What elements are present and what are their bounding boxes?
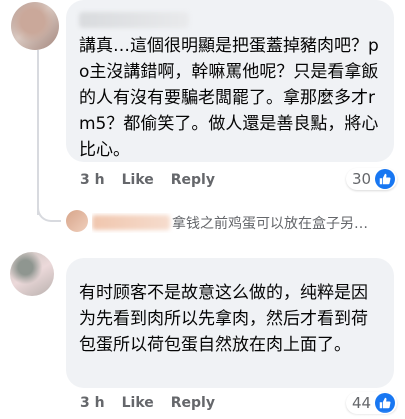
bottom-fade	[0, 411, 405, 419]
reaction-count: 30	[352, 170, 372, 188]
avatar[interactable]	[11, 2, 59, 50]
reply-preview[interactable]: 拿钱之前鸡蛋可以放在盒子另…	[92, 213, 397, 233]
comment-actions: 3 h Like Reply	[80, 172, 232, 188]
thread-line	[37, 50, 39, 215]
like-button[interactable]: Like	[122, 395, 154, 411]
author-name-blurred[interactable]	[79, 12, 189, 28]
like-thumb-icon	[375, 169, 396, 189]
reaction-summary[interactable]: 30	[346, 168, 398, 190]
comment-bubble: 講真…這個很明顯是把蛋蓋掉豬肉吧？po主沒講錯啊，幹嘛罵他呢？只是看拿飯的人有沒…	[66, 0, 394, 162]
reply-button[interactable]: Reply	[171, 172, 215, 188]
reply-button[interactable]: Reply	[171, 395, 215, 411]
avatar[interactable]	[10, 252, 54, 296]
comment-timestamp[interactable]: 3 h	[80, 172, 105, 188]
reply-preview-text: 拿钱之前鸡蛋可以放在盒子另…	[172, 216, 368, 232]
like-thumb-icon	[375, 393, 396, 413]
comment-text: 有时顾客不是故意这么做的，纯粹是因为先看到肉所以先拿肉，然后才看到荷包蛋所以荷包…	[79, 283, 368, 355]
comment-timestamp[interactable]: 3 h	[80, 395, 105, 411]
reply-author-name-blurred	[92, 215, 170, 230]
thread-connector	[37, 196, 61, 222]
comment-bubble: 有时顾客不是故意这么做的，纯粹是因为先看到肉所以先拿肉，然后才看到荷包蛋所以荷包…	[66, 258, 394, 388]
comment-actions: 3 h Like Reply	[80, 395, 232, 411]
reaction-count: 44	[352, 394, 372, 412]
reply-avatar[interactable]	[66, 210, 88, 232]
like-button[interactable]: Like	[122, 172, 154, 188]
